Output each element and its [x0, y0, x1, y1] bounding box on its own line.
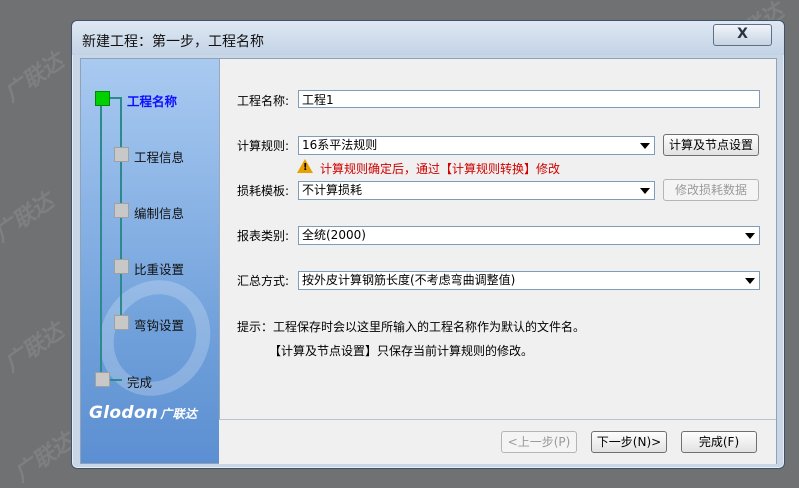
project-name-label: 工程名称:: [237, 94, 290, 108]
project-name-input[interactable]: 工程1: [298, 90, 760, 108]
calc-rule-value: 16系平法规则: [302, 138, 378, 152]
warning-icon-mark: !: [303, 162, 308, 173]
new-project-dialog: 新建工程：第一步，工程名称 X 工程名称 工程信息 编制信息 比重设置 弯钩设置…: [71, 20, 785, 469]
watermark: 广联达: [10, 428, 79, 488]
wizard-sidebar: 工程名称 工程信息 编制信息 比重设置 弯钩设置 完成 Glodon 广联达: [81, 59, 219, 463]
dialog-body: 工程名称 工程信息 编制信息 比重设置 弯钩设置 完成 Glodon 广联达 工…: [80, 58, 777, 464]
glodon-logo: Glodon 广联达: [89, 403, 198, 423]
step-label: 工程信息: [134, 150, 185, 165]
step-indicator: [95, 372, 110, 387]
form-panel: 工程名称: 工程1 计算规则: 16系平法规则 计算及节点设置 ! 计算规则确定…: [219, 59, 777, 419]
watermark: 广联达: [0, 48, 69, 108]
tree-connector: [100, 97, 102, 379]
summary-method-select[interactable]: 按外皮计算钢筋长度(不考虑弯曲调整值): [298, 271, 760, 290]
report-type-label: 报表类别:: [237, 229, 290, 243]
step-indicator: [114, 259, 129, 274]
summary-method-value: 按外皮计算钢筋长度(不考虑弯曲调整值): [302, 273, 516, 287]
step-label: 完成: [127, 375, 153, 390]
chevron-down-icon: [640, 143, 650, 149]
loss-template-label: 损耗模板:: [237, 184, 290, 198]
next-button[interactable]: 下一步(N)>: [591, 431, 667, 453]
close-icon: X: [737, 26, 748, 42]
title-bar: 新建工程：第一步，工程名称 X: [72, 21, 784, 55]
modify-loss-button[interactable]: 修改损耗数据: [663, 179, 759, 201]
report-type-select[interactable]: 全统(2000): [298, 226, 760, 245]
prev-button[interactable]: <上一步(P): [501, 431, 577, 453]
wizard-footer: <上一步(P) 下一步(N)> 完成(F): [219, 419, 776, 464]
tip-text-2: 【计算及节点设置】只保存当前计算规则的修改。: [269, 344, 534, 358]
tip-text: 提示：工程保存时会以这里所输入的工程名称作为默认的文件名。: [237, 320, 586, 334]
loss-template-select[interactable]: 不计算损耗: [298, 181, 655, 200]
step-label: 比重设置: [134, 262, 185, 277]
report-type-value: 全统(2000): [302, 228, 366, 242]
calc-settings-button[interactable]: 计算及节点设置: [663, 134, 759, 156]
step-label: 弯钩设置: [134, 318, 185, 333]
chevron-down-icon: [745, 278, 755, 284]
dialog-title: 新建工程：第一步，工程名称: [82, 34, 264, 50]
close-button[interactable]: X: [713, 24, 772, 46]
calc-rule-label: 计算规则:: [237, 139, 290, 153]
step-indicator: [114, 315, 129, 330]
warning-text: 计算规则确定后，通过【计算规则转换】修改: [320, 162, 561, 176]
watermark: 广联达: [0, 188, 59, 248]
summary-method-label: 汇总方式:: [237, 274, 290, 288]
calc-rule-select[interactable]: 16系平法规则: [298, 136, 655, 155]
finish-button[interactable]: 完成(F): [681, 431, 757, 453]
step-indicator: [114, 203, 129, 218]
step-label: 编制信息: [134, 206, 185, 221]
loss-template-value: 不计算损耗: [302, 183, 363, 197]
chevron-down-icon: [745, 233, 755, 239]
watermark: 广联达: [0, 318, 69, 378]
step-label: 工程名称: [127, 94, 178, 109]
step-active-indicator: [95, 91, 110, 106]
chevron-down-icon: [640, 188, 650, 194]
step-indicator: [114, 147, 129, 162]
